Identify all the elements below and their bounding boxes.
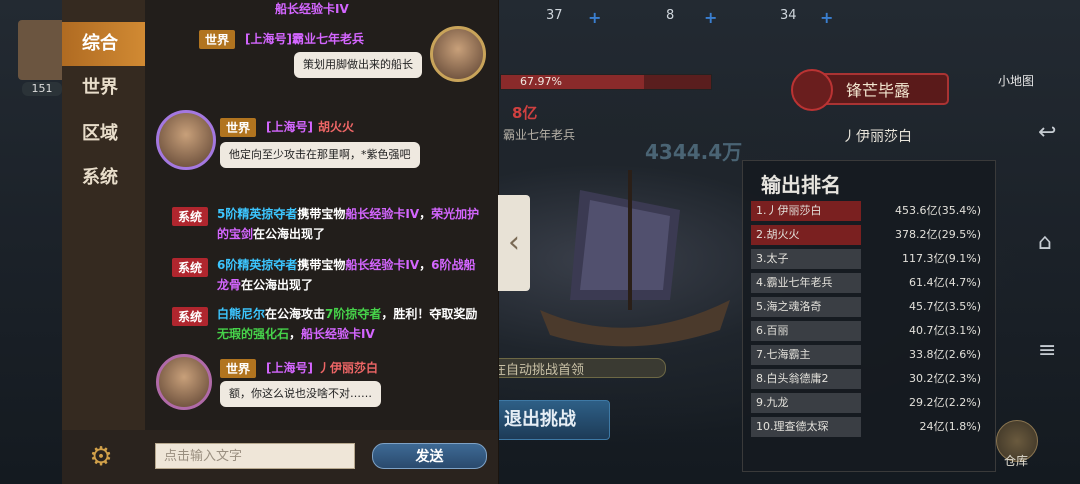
menu-icon[interactable]: ≡	[1038, 338, 1056, 363]
ranking-value: 453.6亿(35.4%)	[894, 204, 981, 217]
ranking-value: 30.2亿(2.3%)	[908, 372, 981, 385]
ranking-row: 10.理查德太琛 24亿(1.8%)	[751, 417, 987, 439]
message-bubble: 他定向至少攻击在那里啊，*紫色强吧	[220, 142, 420, 168]
ranking-title: 输出排名	[761, 173, 841, 197]
message-sender-name: 丿伊丽莎白	[318, 361, 379, 375]
ranking-value: 117.3亿(9.1%)	[901, 252, 981, 265]
ranking-row: 4.霸业七年老兵 61.4亿(4.7%)	[751, 273, 987, 295]
ranking-row: 5.海之魂洛奇 45.7亿(3.5%)	[751, 297, 987, 319]
send-button[interactable]: 发送	[372, 443, 487, 469]
ship-illustration	[540, 170, 730, 347]
tab-system[interactable]: 系统	[62, 156, 145, 200]
ranking-name: 8.白头翁德庸2	[751, 369, 861, 389]
home-icon[interactable]: ⌂	[1038, 230, 1052, 255]
message-sender: [上海号]霸业七年老兵	[245, 32, 364, 46]
avatar[interactable]	[156, 110, 216, 170]
ranking-row: 8.白头翁德庸2 30.2亿(2.3%)	[751, 369, 987, 391]
ranking-value: 33.8亿(2.6%)	[908, 348, 981, 361]
partial-message: 船长经验卡IV	[275, 2, 349, 16]
boss-emblem-text: 锋芒毕露	[846, 81, 910, 100]
ranking-row: 3.太子 117.3亿(9.1%)	[751, 249, 987, 271]
channel-badge-world: 世界	[220, 118, 257, 137]
message-sender-name: 胡火火	[318, 120, 355, 134]
ranking-value: 45.7亿(3.5%)	[908, 300, 981, 313]
tab-region[interactable]: 区域	[62, 112, 145, 156]
system-message: 6阶精英掠夺者携带宝物船长经验卡IV，6阶战船龙骨在公海出现了	[217, 258, 476, 292]
chat-tabs: 综合 世界 区域 系统	[62, 0, 145, 484]
ranking-name: 3.太子	[751, 249, 861, 269]
top-stats-bar: 17423 37 + 8 + 34 +	[420, 4, 1020, 28]
ranking-name: 6.百丽	[751, 321, 861, 341]
chat-input[interactable]: 点击输入文字	[155, 443, 355, 469]
damage-ranking-panel: 输出排名 1.丿伊丽莎白 453.6亿(35.4%) 2.胡火火 378.2亿(29.…	[742, 160, 996, 472]
gear-icon[interactable]: ⚙	[86, 442, 116, 472]
collapse-chat-chevron-left-icon[interactable]: ‹	[498, 195, 530, 291]
warehouse-label: 仓库	[1003, 454, 1028, 468]
ranking-name: 10.理查德太琛	[751, 417, 861, 437]
tab-world[interactable]: 世界	[62, 66, 145, 110]
add-plus-icon[interactable]: +	[704, 8, 717, 27]
message-bubble: 额，你这么说也没啥不对……	[220, 381, 381, 407]
system-message: 5阶精英掠夺者携带宝物船长经验卡IV，荣光加护的宝剑在公海出现了	[217, 207, 480, 241]
ranking-value: 378.2亿(29.5%)	[894, 228, 981, 241]
stat-value-3: 8	[666, 8, 675, 23]
channel-badge-system: 系统	[172, 307, 209, 326]
boss-owner: 霸业七年老兵	[503, 128, 576, 142]
ranking-row: 1.丿伊丽莎白 453.6亿(35.4%)	[751, 201, 987, 223]
stat-value-2: 37	[546, 8, 563, 23]
ranking-name: 4.霸业七年老兵	[751, 273, 861, 293]
channel-badge-world: 世界	[220, 359, 257, 378]
message-sender-ship: [上海号]	[266, 120, 313, 134]
ranking-row: 7.七海霸主 33.8亿(2.6%)	[751, 345, 987, 367]
ranking-name: 7.七海霸主	[751, 345, 861, 365]
channel-badge-system: 系统	[172, 207, 209, 226]
ranking-name: 9.九龙	[751, 393, 861, 413]
add-plus-icon[interactable]: +	[820, 8, 833, 27]
boss-emblem: 锋芒毕露	[791, 69, 949, 111]
avatar[interactable]	[430, 26, 486, 82]
ranking-row: 6.百丽 40.7亿(3.1%)	[751, 321, 987, 343]
ranking-row: 9.九龙 29.2亿(2.2%)	[751, 393, 987, 415]
avatar[interactable]	[156, 354, 212, 410]
ranking-name: 5.海之魂洛奇	[751, 297, 861, 317]
ranking-value: 40.7亿(3.1%)	[908, 324, 981, 337]
ranking-value: 61.4亿(4.7%)	[908, 276, 981, 289]
add-plus-icon[interactable]: +	[588, 8, 601, 27]
boss-damage: 8亿	[512, 104, 538, 122]
ranking-row: 2.胡火火 378.2亿(29.5%)	[751, 225, 987, 247]
ranking-value: 29.2亿(2.2%)	[908, 396, 981, 409]
minimap-label: 小地图	[997, 74, 1034, 88]
ranking-value: 24亿(1.8%)	[919, 420, 981, 433]
player-level: 151	[22, 82, 62, 96]
ranking-name: 1.丿伊丽莎白	[751, 201, 861, 221]
player-portrait[interactable]	[18, 20, 66, 80]
system-message: 白熊尼尔在公海攻击7阶掠夺者，胜利！夺取奖励无瑕的强化石，船长经验卡IV	[217, 307, 478, 341]
boss-hp-percent: 67.97%	[520, 75, 562, 88]
message-sender-ship: [上海号]	[266, 361, 313, 375]
channel-badge-world: 世界	[199, 30, 236, 49]
stat-value-4: 34	[780, 8, 797, 23]
message-bubble: 策划用脚做出来的船长	[294, 52, 422, 78]
back-icon[interactable]: ↩	[1038, 120, 1056, 145]
boss-player-name: 丿伊丽莎白	[842, 129, 912, 145]
tab-all[interactable]: 综合	[62, 22, 145, 66]
channel-badge-system: 系统	[172, 258, 209, 277]
ranking-name: 2.胡火火	[751, 225, 861, 245]
